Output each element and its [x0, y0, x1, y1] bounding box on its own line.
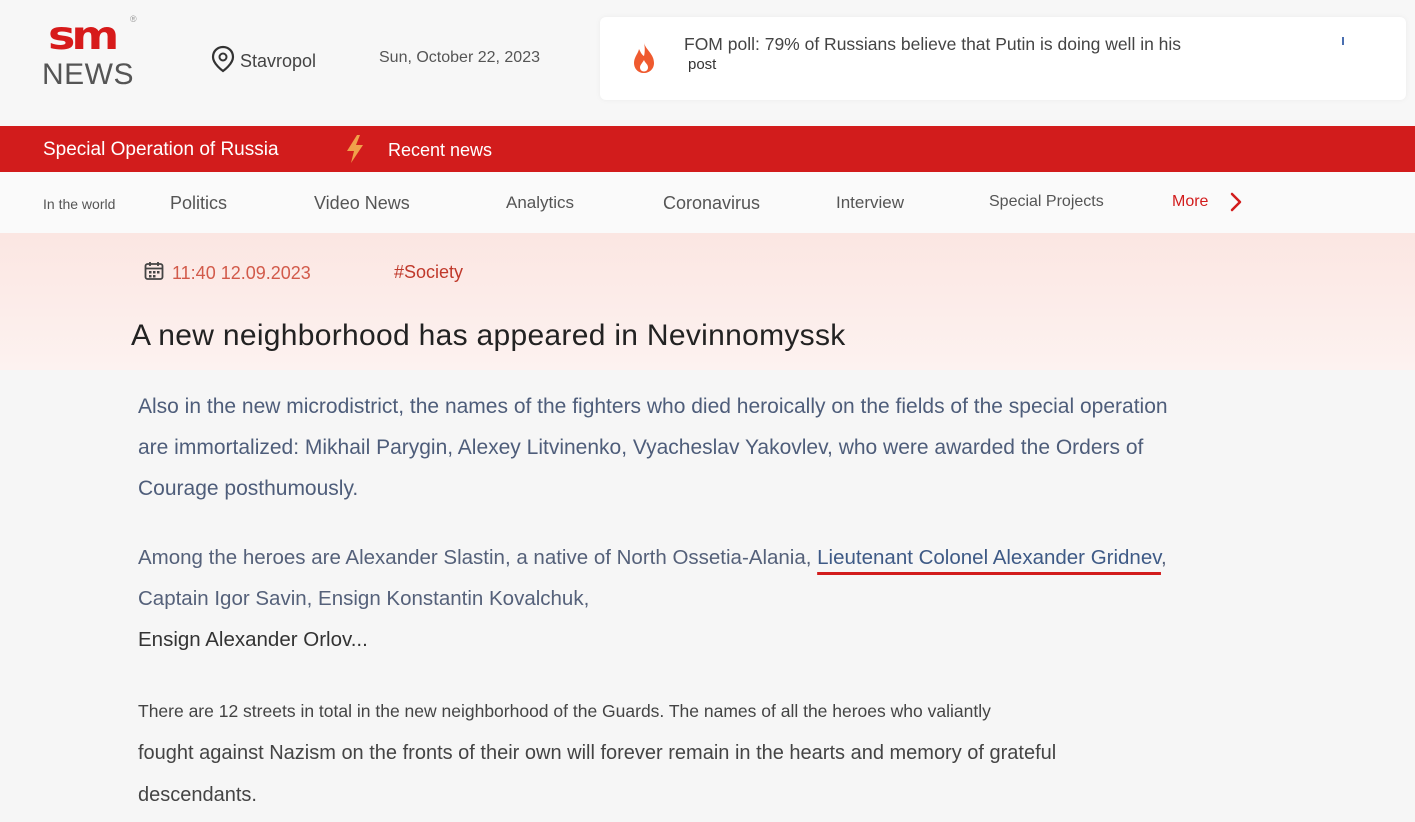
nav-item-interview[interactable]: Interview — [836, 193, 904, 213]
article-paragraph-3: There are 12 streets in total in the new… — [138, 690, 1178, 816]
calendar-icon — [144, 261, 164, 286]
nav-item-coronavirus[interactable]: Coronavirus — [663, 193, 760, 214]
location-pin-icon — [210, 45, 236, 78]
paragraph-2-start: Among the heroes are Alexander Slastin, … — [138, 546, 818, 569]
article-title: A new neighborhood has appeared in Nevin… — [131, 319, 846, 352]
current-date: Sun, October 22, 2023 — [379, 49, 540, 66]
paragraph-2-end: Ensign Alexander Orlov... — [138, 628, 368, 651]
nav-item-in-the-world[interactable]: In the world — [43, 196, 115, 212]
article-paragraph-2: Among the heroes are Alexander Slastin, … — [138, 537, 1178, 660]
site-header: sm ® NEWS Stavropol Sun, October 22, 202… — [0, 0, 1415, 126]
logo-news-text: NEWS — [42, 58, 134, 91]
nav-item-politics[interactable]: Politics — [170, 193, 227, 214]
location-selector[interactable]: Stavropol — [210, 45, 316, 78]
chevron-right-icon[interactable] — [1228, 191, 1244, 218]
ticker-scroll-indicator — [1342, 37, 1344, 45]
article-tag-society[interactable]: #Society — [394, 262, 463, 283]
nav-item-video-news[interactable]: Video News — [314, 193, 410, 214]
category-nav: In the world Politics Video News Analyti… — [0, 172, 1415, 234]
nav-item-special-projects[interactable]: Special Projects — [989, 193, 1104, 211]
lightning-icon — [344, 134, 366, 169]
news-ticker[interactable]: FOM poll: 79% of Russians believe that P… — [600, 17, 1406, 100]
paragraph-3-end: fought against Nazism on the fronts of t… — [138, 742, 1057, 806]
logo-sm-text: sm — [48, 12, 119, 59]
article-timestamp: 11:40 12.09.2023 — [144, 261, 311, 286]
paragraph-3-start: There are 12 streets in total in the new… — [138, 701, 991, 721]
ticker-headline[interactable]: FOM poll: 79% of Russians believe that P… — [684, 33, 1304, 55]
article-paragraph-1: Also in the new microdistrict, the names… — [138, 395, 1168, 500]
ticker-headline-continuation[interactable]: post — [688, 56, 716, 73]
fire-icon — [630, 41, 658, 80]
site-logo[interactable]: sm ® NEWS — [42, 12, 142, 96]
top-red-bar: Special Operation of Russia Recent news — [0, 126, 1415, 172]
nav-item-analytics[interactable]: Analytics — [506, 193, 574, 213]
recent-news-link[interactable]: Recent news — [388, 140, 492, 161]
article-header: 11:40 12.09.2023 #Society A new neighbor… — [0, 233, 1415, 370]
article-time-text: 11:40 12.09.2023 — [172, 263, 311, 283]
nav-more-button[interactable]: More — [1172, 193, 1208, 211]
lieutenant-colonel-gridnev-link[interactable]: Lieutenant Colonel Alexander Gridnev — [817, 546, 1161, 569]
special-operation-link[interactable]: Special Operation of Russia — [43, 139, 279, 161]
logo-registered-mark: ® — [130, 14, 137, 24]
location-name: Stavropol — [240, 51, 317, 71]
